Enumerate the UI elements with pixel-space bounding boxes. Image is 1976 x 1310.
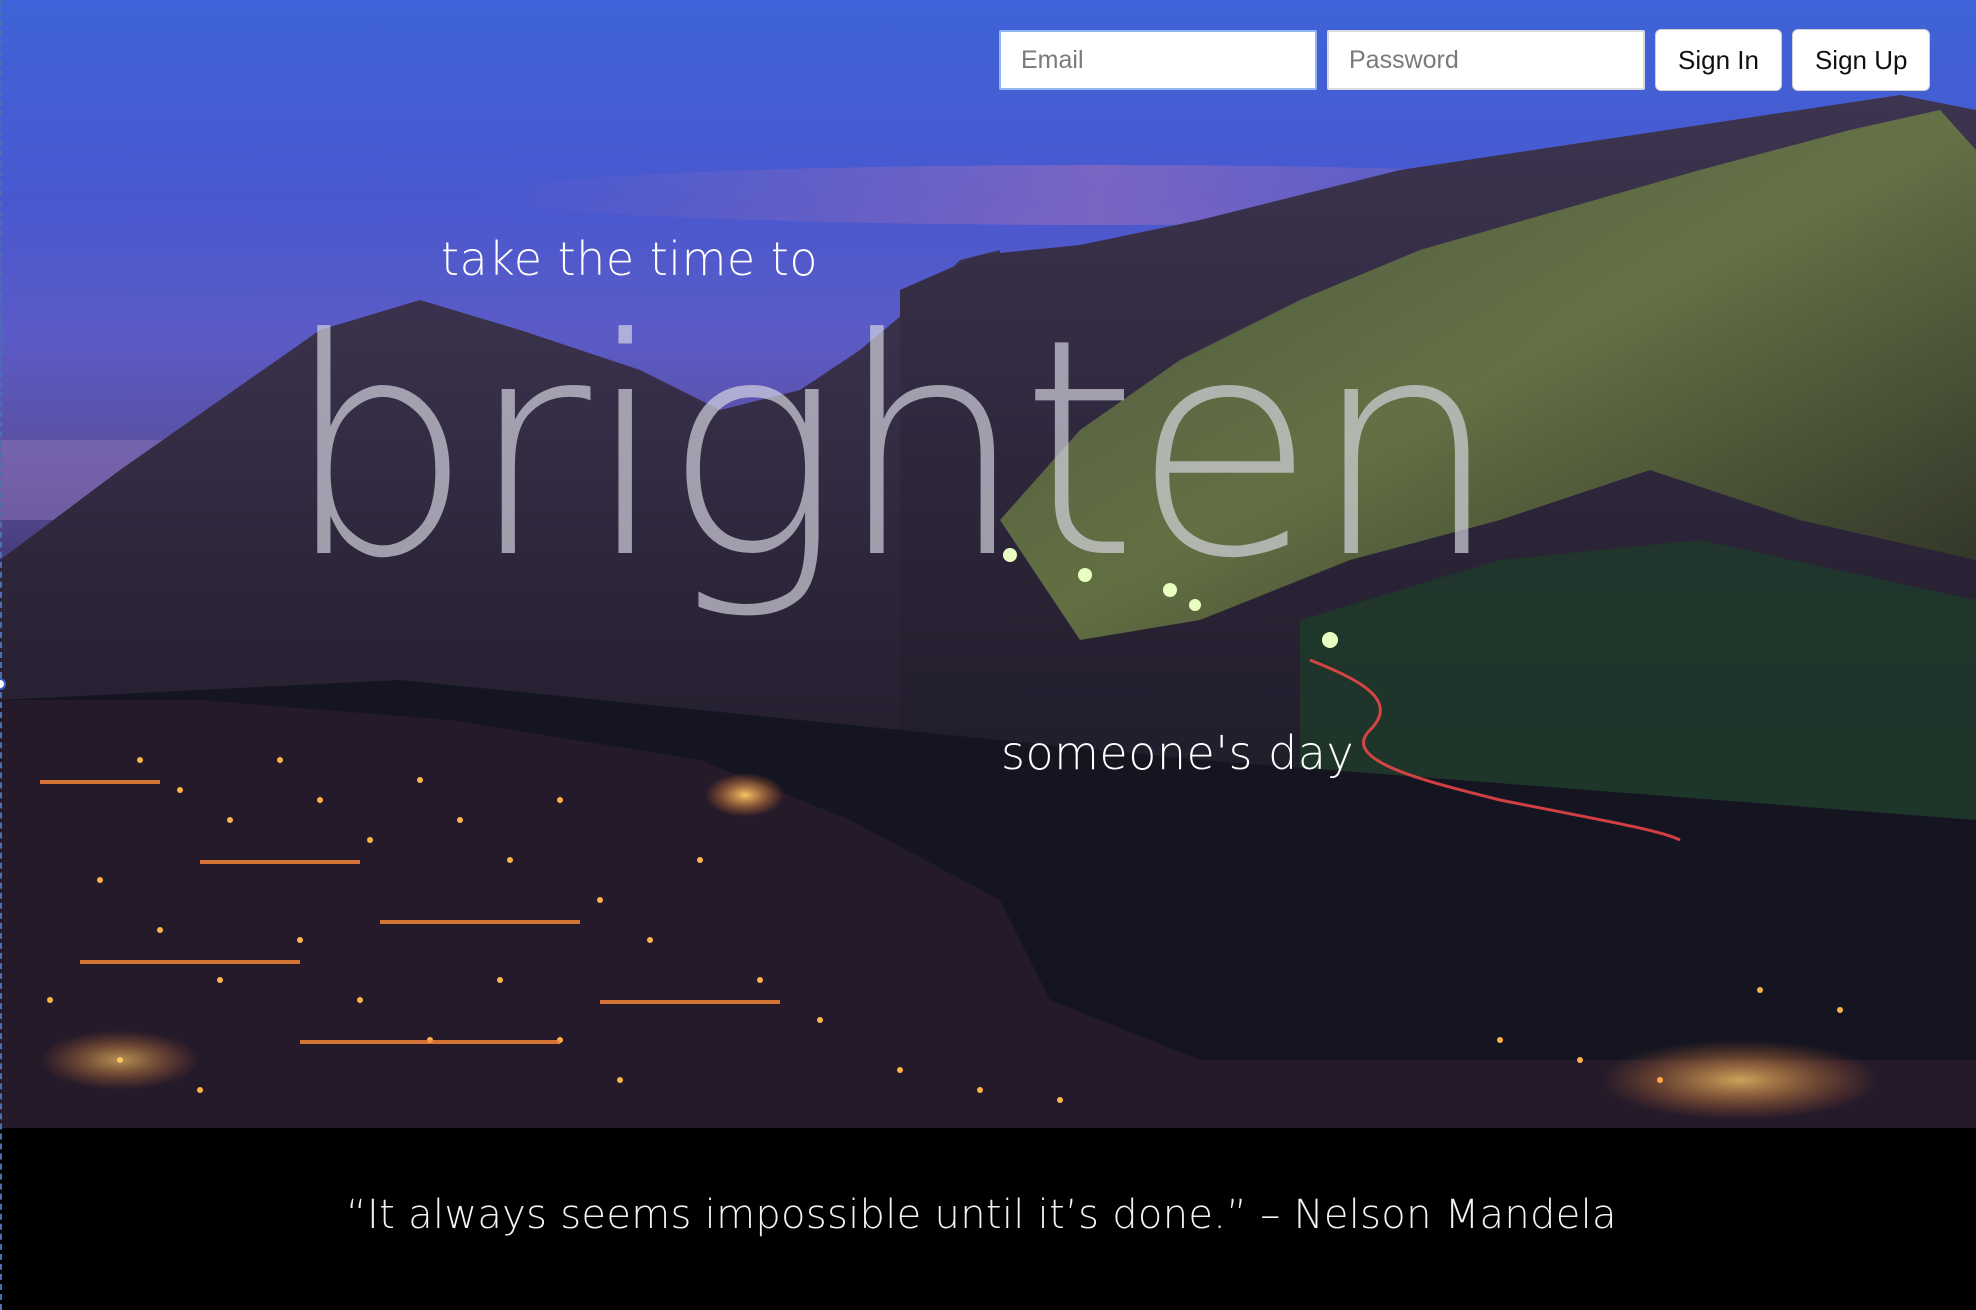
sign-up-button[interactable]: Sign Up xyxy=(1791,29,1931,91)
auth-bar: Sign In Sign Up xyxy=(999,29,1931,91)
hero-background: take the time to brighten someone's day xyxy=(0,0,1976,1128)
tagline-bottom: someone's day xyxy=(1001,726,1355,780)
sign-in-button[interactable]: Sign In xyxy=(1655,29,1782,91)
selection-edge xyxy=(0,0,2,1310)
password-field[interactable] xyxy=(1327,30,1645,90)
email-field[interactable] xyxy=(999,30,1317,90)
hero-headline: brighten xyxy=(283,275,1501,624)
footer-quote: “It always seems impossible until it’s d… xyxy=(346,1192,1617,1238)
